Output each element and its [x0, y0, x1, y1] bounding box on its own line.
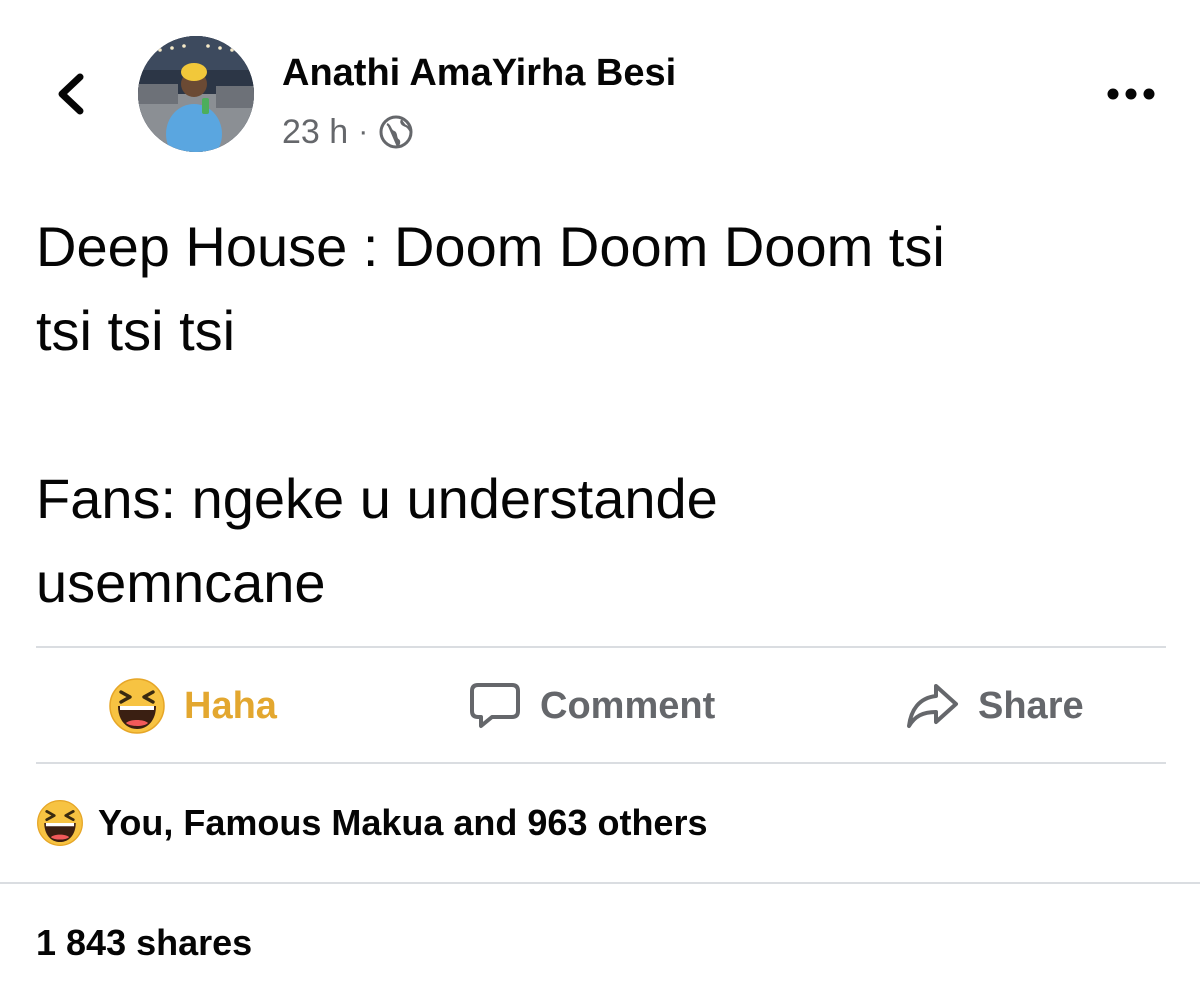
author-avatar[interactable]: [138, 36, 254, 152]
divider: [36, 646, 1166, 648]
post-line: Deep House : Doom Doom Doom tsi: [36, 215, 945, 278]
meta-separator: ·: [358, 115, 369, 148]
post-line: usemncane: [36, 551, 326, 614]
divider: [0, 882, 1200, 884]
haha-emoji-icon: [36, 799, 84, 847]
reactions-summary-text: You, Famous Makua and 963 others: [98, 802, 708, 843]
shares-count[interactable]: 1 843 shares: [36, 915, 252, 971]
haha-label: Haha: [184, 684, 277, 727]
comment-bubble-icon: [468, 681, 522, 731]
chevron-left-icon: [58, 73, 84, 115]
divider: [36, 762, 1166, 764]
post-line: tsi tsi tsi: [36, 299, 236, 362]
reactions-summary[interactable]: You, Famous Makua and 963 others: [36, 795, 708, 851]
post-timestamp[interactable]: 23 h: [282, 113, 348, 152]
author-name[interactable]: Anathi AmaYirha Besi: [282, 52, 676, 95]
more-horizontal-icon: [1107, 88, 1155, 100]
avatar-photo: [138, 36, 254, 152]
comment-label: Comment: [540, 684, 716, 727]
haha-emoji-icon: [108, 677, 166, 735]
action-bar: Haha Comment Share: [36, 650, 1166, 762]
back-button[interactable]: [40, 62, 100, 126]
share-arrow-icon: [906, 682, 960, 730]
more-options-button[interactable]: [1096, 74, 1166, 114]
haha-reaction-button[interactable]: Haha: [108, 650, 277, 762]
post-meta: 23 h ·: [282, 110, 414, 154]
share-button[interactable]: Share: [906, 650, 1084, 762]
share-label: Share: [978, 684, 1084, 727]
globe-icon[interactable]: [378, 114, 414, 150]
post-line: Fans: ngeke u understande: [36, 467, 718, 530]
post-text: Deep House : Doom Doom Doom tsi tsi tsi …: [36, 205, 1166, 625]
comment-button[interactable]: Comment: [468, 650, 715, 762]
